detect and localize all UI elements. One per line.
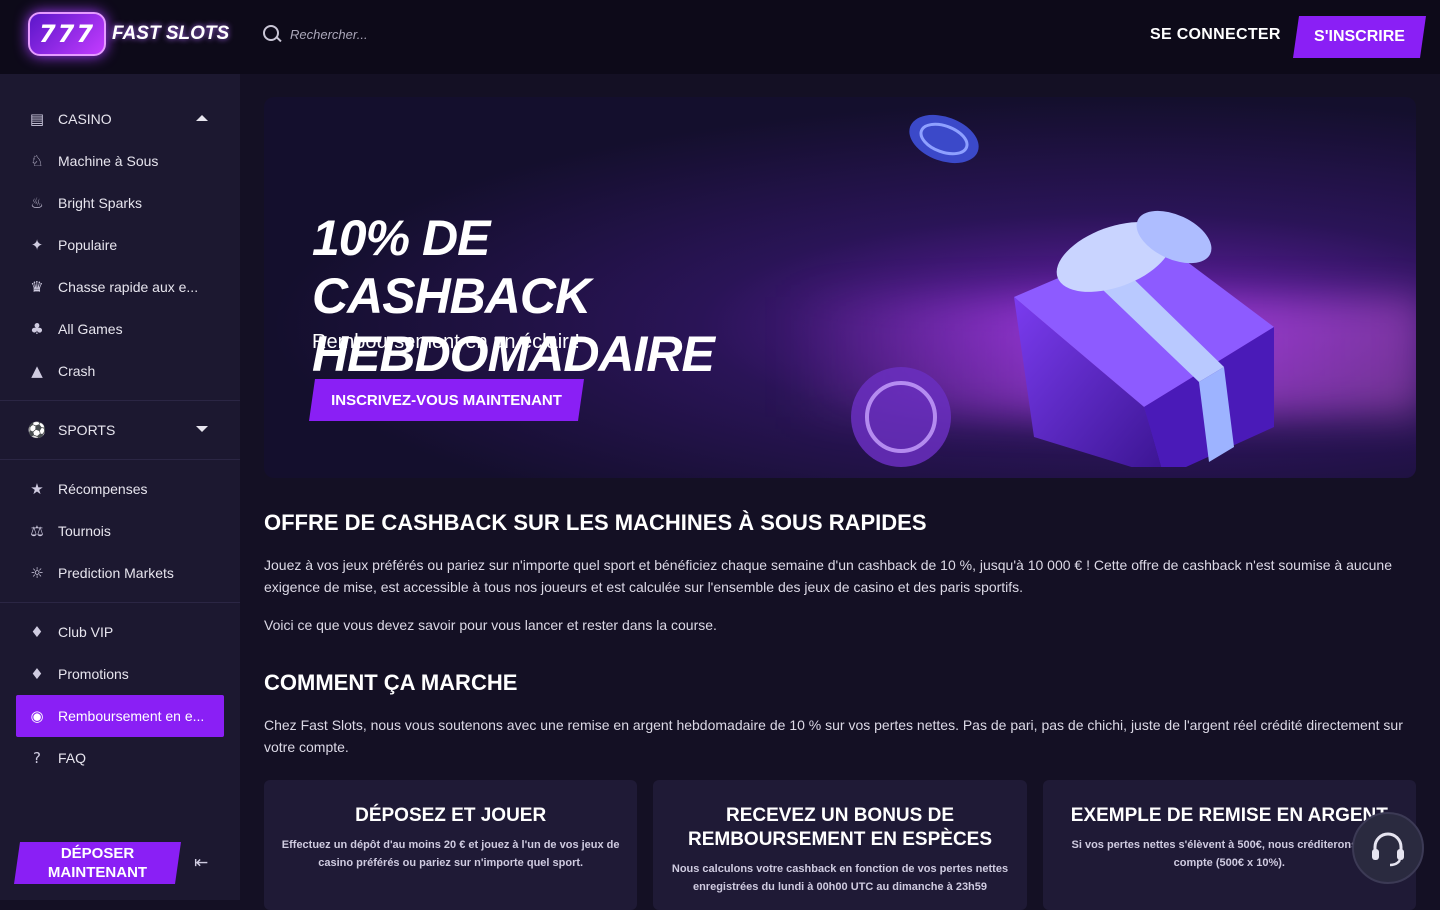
banner-title: 10% DE CASHBACK HEBDOMADAIRE	[312, 210, 715, 382]
treasure-icon: ♛	[30, 278, 44, 296]
promo-banner: 10% DE CASHBACK HEBDOMADAIRE Rembourseme…	[264, 97, 1416, 478]
sidebar-item-prediction-markets[interactable]: ☼ Prediction Markets	[16, 552, 224, 594]
faq-icon: ?	[33, 749, 41, 767]
support-chat-button[interactable]	[1352, 812, 1424, 884]
sidebar-item-faq[interactable]: ? FAQ	[16, 737, 224, 779]
login-button[interactable]: SE CONNECTER	[1150, 26, 1281, 44]
sidebar-item-all-games[interactable]: ♣ All Games	[16, 308, 224, 350]
slot-machine-icon: ♘	[30, 152, 44, 170]
card-title: DÉPOSEZ ET JOUER	[355, 805, 547, 826]
flame-icon: ♨	[30, 194, 44, 212]
sidebar-item-vip[interactable]: ♦ Club VIP	[16, 611, 224, 653]
chevron-down-icon	[196, 426, 208, 432]
sidebar-item-label: Récompenses	[58, 481, 148, 497]
sidebar-item-popular[interactable]: ✦ Populaire	[16, 224, 224, 266]
cashback-icon: ◉	[30, 707, 44, 725]
sports-ball-icon: ⚽	[27, 421, 47, 439]
site-logo[interactable]: 777 FAST SLOTS	[28, 12, 229, 56]
sidebar-item-label: Tournois	[58, 523, 111, 539]
rocket-icon: ▲	[31, 362, 43, 380]
sidebar: ▤ CASINO ♘ Machine à Sous ♨ Bright Spark…	[0, 74, 240, 900]
sidebar-item-rewards[interactable]: ★ Récompenses	[16, 468, 224, 510]
banner-subtitle: Remboursement en un éclair !	[312, 331, 580, 353]
gift-illustration	[1014, 210, 1274, 467]
logo-badge: 777	[28, 12, 106, 56]
section-paragraph: Voici ce que vous devez savoir pour vous…	[264, 617, 717, 633]
card-text: Si vos pertes nettes s'élèvent à 500€, n…	[1071, 839, 1388, 869]
casino-icon: ▤	[29, 110, 45, 128]
card-title: EXEMPLE DE REMISE EN ARGENT	[1070, 805, 1388, 826]
diamond-icon: ♦	[30, 623, 44, 641]
chevron-up-icon	[196, 115, 208, 121]
section-paragraph: Chez Fast Slots, nous vous soutenons ave…	[264, 717, 1403, 755]
card-text: Nous calculons votre cashback en fonctio…	[671, 863, 1009, 893]
section-title: OFFRE DE CASHBACK SUR LES MACHINES À SOU…	[264, 510, 927, 535]
divider	[0, 602, 240, 603]
logo-text: FAST SLOTS	[112, 23, 230, 44]
trophy-icon: ⚖	[30, 522, 44, 540]
games-icon: ♣	[30, 320, 44, 338]
sidebar-item-tournaments[interactable]: ⚖ Tournois	[16, 510, 224, 552]
top-header: 777 FAST SLOTS SE CONNECTER S'INSCRIRE	[0, 0, 1440, 74]
poker-chip-icon	[851, 367, 951, 467]
sidebar-item-label: Club VIP	[58, 624, 114, 640]
sidebar-item-label: FAQ	[58, 750, 87, 766]
card-title: RECEVEZ UN BONUS DE REMBOURSEMENT EN ESP…	[687, 805, 993, 850]
sparkle-icon: ✦	[30, 236, 44, 254]
sidebar-item-promotions[interactable]: ♦ Promotions	[16, 653, 224, 695]
sidebar-item-label: Promotions	[58, 666, 129, 682]
sidebar-section-sports[interactable]: ⚽ SPORTS	[16, 409, 224, 451]
sidebar-item-label: Bright Sparks	[58, 195, 143, 211]
sidebar-item-slots[interactable]: ♘ Machine à Sous	[16, 140, 224, 182]
prediction-icon: ☼	[30, 564, 44, 582]
section-paragraph: Jouez à vos jeux préférés ou pariez sur …	[264, 557, 1393, 595]
step-card: RECEVEZ UN BONUS DE REMBOURSEMENT EN ESP…	[653, 780, 1027, 910]
promo-icon: ♦	[30, 665, 44, 683]
sidebar-item-label: All Games	[58, 321, 123, 337]
sidebar-item-label: Populaire	[58, 237, 118, 253]
step-card: DÉPOSEZ ET JOUER Effectuez un dépôt d'au…	[264, 780, 638, 910]
search-input[interactable]	[290, 26, 490, 42]
steps-cards: DÉPOSEZ ET JOUER Effectuez un dépôt d'au…	[264, 780, 1416, 910]
deposit-button[interactable]: DÉPOSER MAINTENANT	[14, 842, 181, 884]
sidebar-item-label: Prediction Markets	[58, 565, 174, 581]
sidebar-item-label: Chasse rapide aux e...	[58, 279, 199, 295]
banner-signup-button[interactable]: INSCRIVEZ-VOUS MAINTENANT	[309, 379, 584, 421]
sidebar-item-label: Machine à Sous	[58, 153, 159, 169]
search-icon	[262, 24, 282, 44]
main-content: OFFRE DE CASHBACK SUR LES MACHINES À SOU…	[264, 510, 1416, 758]
section-title: COMMENT ÇA MARCHE	[264, 670, 518, 695]
star-icon: ★	[30, 480, 44, 498]
card-text: Effectuez un dépôt d'au moins 20 € et jo…	[281, 839, 620, 869]
sidebar-item-label: CASINO	[58, 111, 112, 127]
divider	[0, 400, 240, 401]
sidebar-item-label: SPORTS	[58, 422, 116, 438]
sidebar-item-cashback[interactable]: ◉ Remboursement en e...	[16, 695, 224, 737]
divider	[0, 459, 240, 460]
sidebar-section-casino[interactable]: ▤ CASINO	[16, 98, 224, 140]
poker-chip-icon	[909, 114, 979, 164]
search-bar[interactable]	[262, 24, 490, 44]
sidebar-item-label: Remboursement en e...	[58, 708, 205, 724]
sidebar-item-treasure-hunt[interactable]: ♛ Chasse rapide aux e...	[16, 266, 224, 308]
collapse-sidebar-icon[interactable]: ⇤	[194, 853, 216, 873]
sidebar-item-crash[interactable]: ▲ Crash	[16, 350, 224, 392]
signup-button[interactable]: S'INSCRIRE	[1293, 16, 1426, 58]
sidebar-item-bright-sparks[interactable]: ♨ Bright Sparks	[16, 182, 224, 224]
sidebar-item-label: Crash	[58, 363, 96, 379]
headset-icon	[1372, 832, 1404, 867]
